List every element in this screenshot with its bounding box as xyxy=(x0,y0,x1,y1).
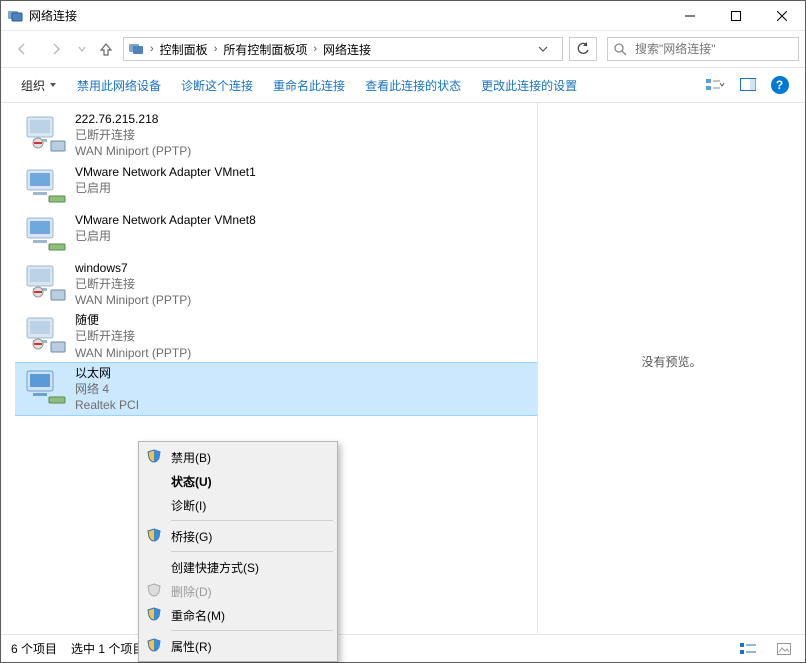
up-button[interactable] xyxy=(93,36,119,62)
address-dropdown[interactable] xyxy=(538,44,560,54)
list-item[interactable]: VMware Network Adapter VMnet1 已启用 xyxy=(15,162,537,210)
item-name: 随便 xyxy=(75,312,191,328)
cmd-rename[interactable]: 重命名此连接 xyxy=(263,71,355,100)
chevron-right-icon: › xyxy=(148,43,156,55)
status-selection: 选中 1 个项目 xyxy=(71,640,144,657)
item-name: VMware Network Adapter VMnet8 xyxy=(75,212,256,228)
chevron-right-icon: › xyxy=(311,43,319,55)
view-details-button[interactable] xyxy=(737,640,759,658)
search-box[interactable] xyxy=(607,37,799,61)
ctx-shortcut[interactable]: 创建快捷方式(S) xyxy=(141,555,335,579)
main-area: 222.76.215.218 已断开连接 WAN Miniport (PPTP)… xyxy=(1,103,805,633)
shield-icon xyxy=(147,607,163,623)
connection-icon xyxy=(23,365,67,409)
view-large-icons-button[interactable] xyxy=(773,640,795,658)
ctx-diagnose[interactable]: 诊断(I) xyxy=(141,493,335,517)
item-status: 已启用 xyxy=(75,228,256,244)
breadcrumb[interactable]: 所有控制面板项 xyxy=(221,41,309,58)
help-button[interactable]: ? xyxy=(763,72,795,98)
address-bar[interactable]: › 控制面板 › 所有控制面板项 › 网络连接 xyxy=(123,37,563,61)
ctx-delete: 删除(D) xyxy=(141,579,335,603)
cmd-disable-device[interactable]: 禁用此网络设备 xyxy=(67,71,171,100)
connection-icon xyxy=(23,164,67,208)
navbar: › 控制面板 › 所有控制面板项 › 网络连接 xyxy=(1,31,805,67)
list-item[interactable]: VMware Network Adapter VMnet8 已启用 xyxy=(15,210,537,258)
app-icon xyxy=(7,8,23,24)
item-status: 网络 4 xyxy=(75,381,139,397)
separator xyxy=(171,630,333,631)
organize-menu[interactable]: 组织 xyxy=(11,71,67,100)
list-item[interactable]: 随便 已断开连接 WAN Miniport (PPTP) xyxy=(15,310,537,363)
item-status: 已断开连接 xyxy=(75,328,191,344)
cmd-status[interactable]: 查看此连接的状态 xyxy=(355,71,471,100)
item-status: 已启用 xyxy=(75,180,256,196)
refresh-button[interactable] xyxy=(569,37,597,61)
help-icon: ? xyxy=(771,76,789,94)
shield-icon xyxy=(147,638,163,654)
close-button[interactable] xyxy=(759,1,805,31)
shield-icon xyxy=(147,583,163,599)
window-controls xyxy=(667,1,805,30)
list-item[interactable]: windows7 已断开连接 WAN Miniport (PPTP) xyxy=(15,258,537,311)
connection-icon xyxy=(23,111,67,155)
item-name: VMware Network Adapter VMnet1 xyxy=(75,164,256,180)
cmd-settings[interactable]: 更改此连接的设置 xyxy=(471,71,587,100)
ctx-bridge[interactable]: 桥接(G) xyxy=(141,524,335,548)
list-item[interactable]: 以太网 网络 4 Realtek PCI xyxy=(15,363,537,416)
ctx-rename[interactable]: 重命名(M) xyxy=(141,603,335,627)
item-device: WAN Miniport (PPTP) xyxy=(75,345,191,361)
titlebar: 网络连接 xyxy=(1,1,805,31)
preview-text: 没有预览。 xyxy=(641,353,701,370)
back-button[interactable] xyxy=(7,36,37,62)
ctx-properties[interactable]: 属性(R) xyxy=(141,634,335,658)
breadcrumb[interactable]: 控制面板 xyxy=(158,41,210,58)
chevron-right-icon: › xyxy=(212,43,220,55)
item-device: Realtek PCI xyxy=(75,397,139,413)
breadcrumb[interactable]: 网络连接 xyxy=(321,41,373,58)
item-device: WAN Miniport (PPTP) xyxy=(75,143,191,159)
preview-pane: 没有预览。 xyxy=(537,103,805,633)
maximize-button[interactable] xyxy=(713,1,759,31)
command-bar: 组织 禁用此网络设备 诊断这个连接 重命名此连接 查看此连接的状态 更改此连接的… xyxy=(1,67,805,103)
minimize-button[interactable] xyxy=(667,1,713,31)
item-device: WAN Miniport (PPTP) xyxy=(75,292,191,308)
context-menu: 禁用(B) 状态(U) 诊断(I) 桥接(G) 创建快捷方式(S) 删除(D) … xyxy=(138,441,338,662)
search-icon xyxy=(614,43,627,56)
search-input[interactable] xyxy=(633,41,792,57)
connection-icon xyxy=(23,260,67,304)
status-bar: 6 个项目 选中 1 个项目 xyxy=(1,634,805,662)
shield-icon xyxy=(147,449,163,465)
ctx-status[interactable]: 状态(U) xyxy=(141,469,335,493)
view-options-button[interactable] xyxy=(699,72,731,98)
item-status: 已断开连接 xyxy=(75,276,191,292)
location-icon xyxy=(128,41,144,57)
ctx-disable[interactable]: 禁用(B) xyxy=(141,445,335,469)
item-status: 已断开连接 xyxy=(75,127,191,143)
status-count: 6 个项目 xyxy=(11,640,57,657)
window: 网络连接 › 控制面板 › 所有控制面板项 › 网络连接 xyxy=(0,0,806,663)
connection-icon xyxy=(23,312,67,356)
window-title: 网络连接 xyxy=(29,7,667,24)
list-item[interactable]: 222.76.215.218 已断开连接 WAN Miniport (PPTP) xyxy=(15,109,537,162)
separator xyxy=(171,551,333,552)
history-dropdown[interactable] xyxy=(75,45,89,53)
shield-icon xyxy=(147,528,163,544)
connection-icon xyxy=(23,212,67,256)
forward-button[interactable] xyxy=(41,36,71,62)
item-name: 222.76.215.218 xyxy=(75,111,191,127)
left-gutter xyxy=(1,103,15,633)
separator xyxy=(171,520,333,521)
preview-pane-button[interactable] xyxy=(731,72,763,98)
cmd-diagnose[interactable]: 诊断这个连接 xyxy=(171,71,263,100)
item-name: 以太网 xyxy=(75,365,139,381)
item-name: windows7 xyxy=(75,260,191,276)
